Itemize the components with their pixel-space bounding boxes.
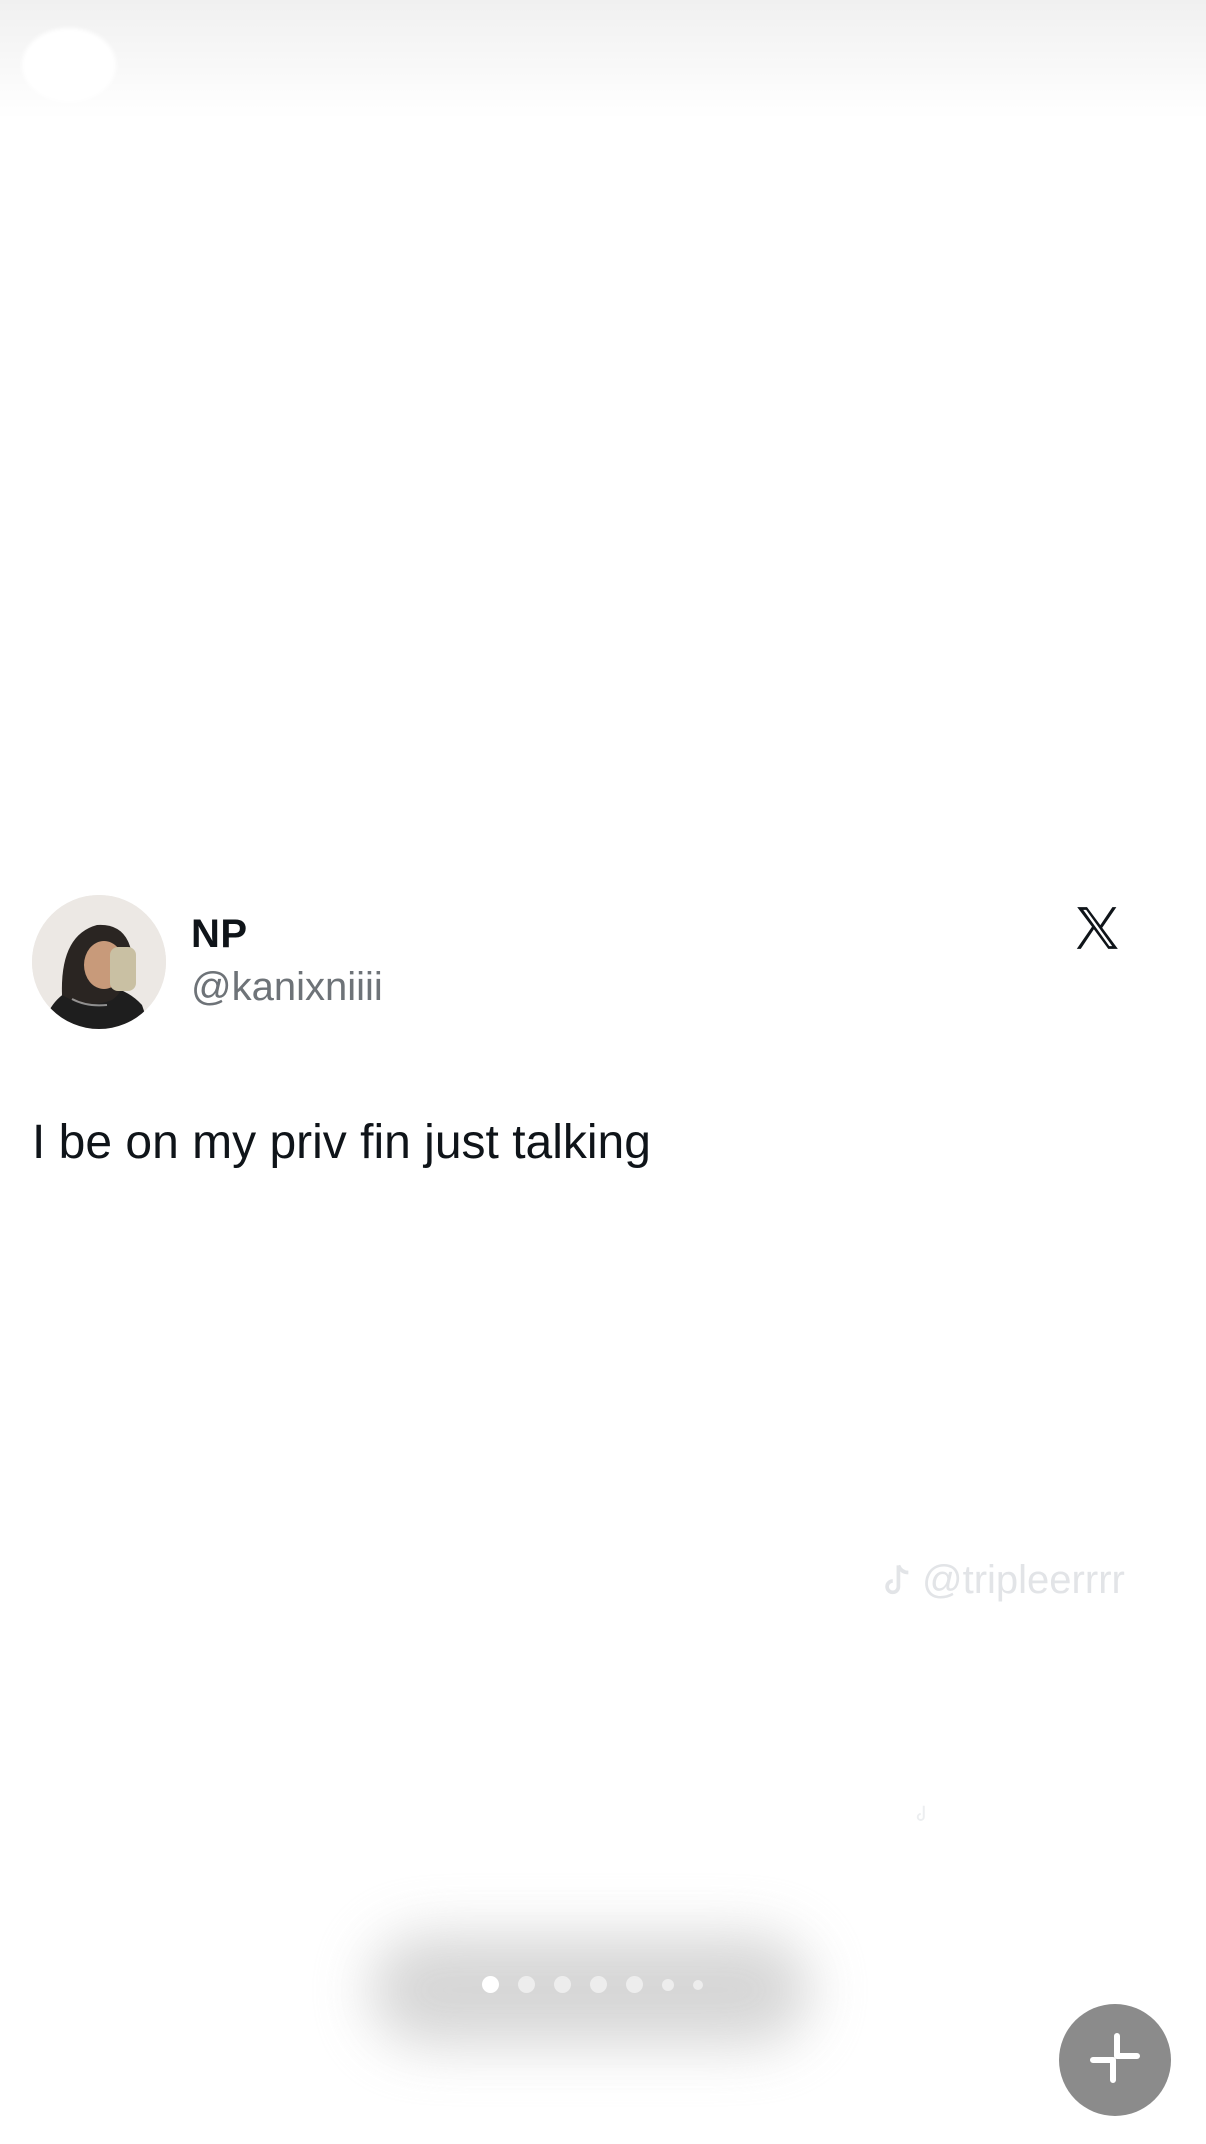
page-dot-3[interactable] [554,1976,571,1993]
page-dot-1[interactable] [482,1976,499,1993]
x-logo-icon [1072,903,1122,953]
tweet-text: I be on my priv fin just talking [32,1116,651,1169]
tiktok-icon [880,1562,914,1600]
page-dot-7[interactable] [693,1979,703,1990]
faint-watermark [914,1800,932,1831]
page-dot-6[interactable] [662,1978,674,1991]
avatar[interactable] [32,895,166,1029]
faint-tiktok-icon [914,1800,932,1831]
page-dot-5[interactable] [626,1976,643,1993]
tiktok-watermark: @tripleerrrr [880,1558,1125,1603]
page-dot-2[interactable] [518,1976,535,1993]
exit-fullscreen-icon [1083,2026,1147,2095]
user-handle[interactable]: @kanixniiii [191,965,383,1010]
exit-fullscreen-button[interactable] [1059,2004,1171,2116]
top-gradient [0,0,1206,120]
pagination-dots[interactable] [482,1976,703,1993]
watermark-text: @tripleerrrr [922,1558,1125,1602]
app-logo-blob [22,28,116,102]
page-dot-4[interactable] [590,1976,607,1993]
display-name[interactable]: NP [191,912,248,957]
